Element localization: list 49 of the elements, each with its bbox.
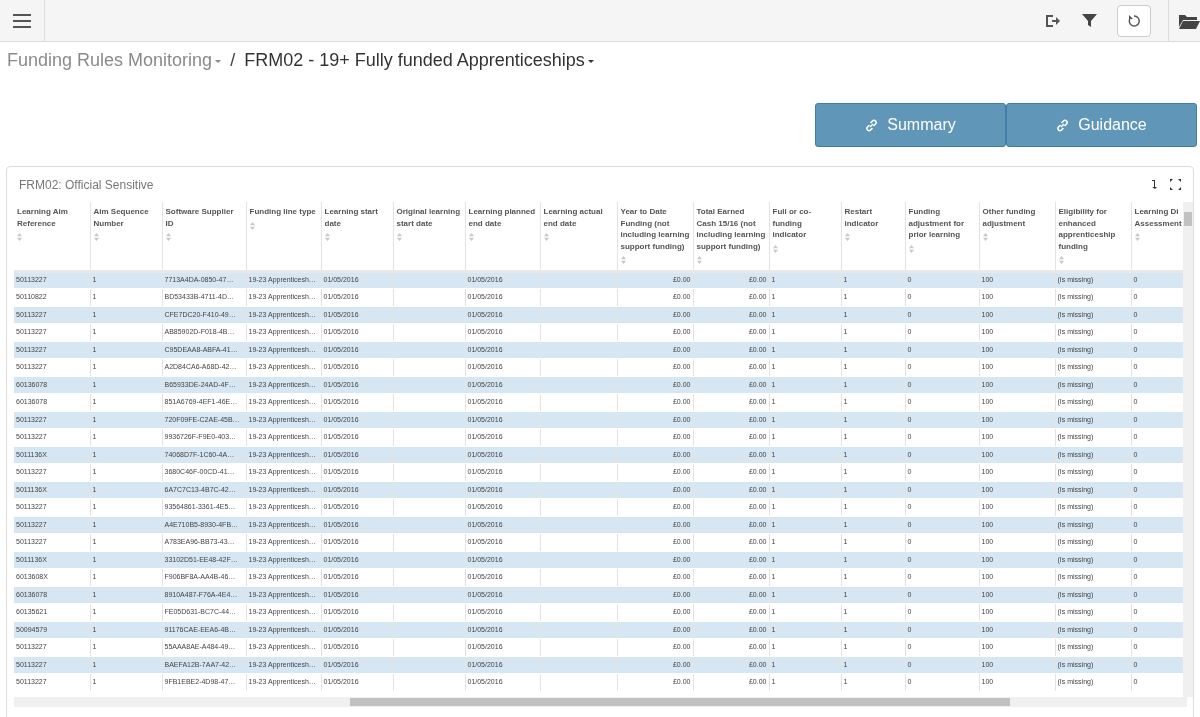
- column-header[interactable]: Other funding adjustment: [982, 206, 1052, 229]
- column-header[interactable]: Learning planned end date: [468, 206, 537, 229]
- folder-icon[interactable]: [1179, 12, 1200, 29]
- breadcrumb-link[interactable]: FRM02 - 19+ Fully funded Apprenticeships: [244, 46, 585, 74]
- sort-icon[interactable]: [1134, 233, 1140, 241]
- sort-icon[interactable]: [696, 256, 702, 264]
- refresh-button[interactable]: [1117, 4, 1151, 37]
- column-header[interactable]: Eligibility for enhanced apprenticeship funding: [1058, 206, 1128, 252]
- arrow-down-icon[interactable]: [1151, 179, 1160, 190]
- horizontal-scrollbar[interactable]: [14, 697, 1187, 707]
- sort-icon[interactable]: [1058, 256, 1064, 264]
- caret-icon[interactable]: [587, 60, 594, 64]
- breadcrumb-separator: /: [230, 48, 236, 72]
- sort-icon[interactable]: [543, 233, 549, 241]
- link-icon: [1056, 118, 1070, 132]
- column-header[interactable]: Total Earned Cash 15/16 (not including learning support funding): [696, 206, 766, 252]
- column-header[interactable]: Funding adjustment for prior learning: [908, 206, 976, 241]
- vertical-scrollbar[interactable]: [1183, 202, 1193, 697]
- sort-icon[interactable]: [908, 244, 914, 253]
- column-header[interactable]: Restart indicator: [844, 206, 902, 229]
- sort-icon[interactable]: [772, 244, 778, 253]
- sort-icon[interactable]: [844, 233, 850, 241]
- sort-icon[interactable]: [396, 233, 402, 241]
- refresh-icon: [1127, 13, 1141, 28]
- sort-icon[interactable]: [93, 233, 99, 241]
- sort-icon[interactable]: [468, 233, 474, 241]
- column-header[interactable]: Learning start date: [324, 206, 390, 229]
- column-header[interactable]: Learning actual end date: [543, 206, 614, 229]
- sort-icon[interactable]: [17, 233, 22, 241]
- column-header[interactable]: Original learning start date: [396, 206, 462, 229]
- sort-icon[interactable]: [324, 233, 330, 241]
- sort-icon[interactable]: [620, 256, 626, 264]
- menu-icon[interactable]: [12, 11, 32, 30]
- column-header[interactable]: Learning Di Assessment: [1134, 206, 1184, 229]
- sort-icon[interactable]: [249, 221, 255, 230]
- column-header[interactable]: Software Supplier ID: [165, 206, 243, 229]
- panel-title: FRM02: Official Sensitive: [19, 176, 154, 194]
- sort-icon[interactable]: [982, 233, 988, 241]
- column-header[interactable]: Funding line type: [249, 206, 318, 218]
- link-icon: [865, 118, 879, 132]
- column-header[interactable]: Full or co-funding indicator: [772, 206, 838, 241]
- exit-icon[interactable]: [1044, 12, 1060, 29]
- expand-icon[interactable]: [1170, 179, 1181, 190]
- column-header[interactable]: Learning Aim Reference: [17, 206, 87, 229]
- breadcrumb-link[interactable]: Funding Rules Monitoring: [7, 46, 213, 74]
- column-header[interactable]: Aim Sequence Number: [93, 206, 159, 229]
- filter-icon[interactable]: [1082, 13, 1097, 28]
- sort-icon[interactable]: [165, 233, 171, 241]
- column-header[interactable]: Year to Date Funding (not including learning support funding): [620, 206, 690, 252]
